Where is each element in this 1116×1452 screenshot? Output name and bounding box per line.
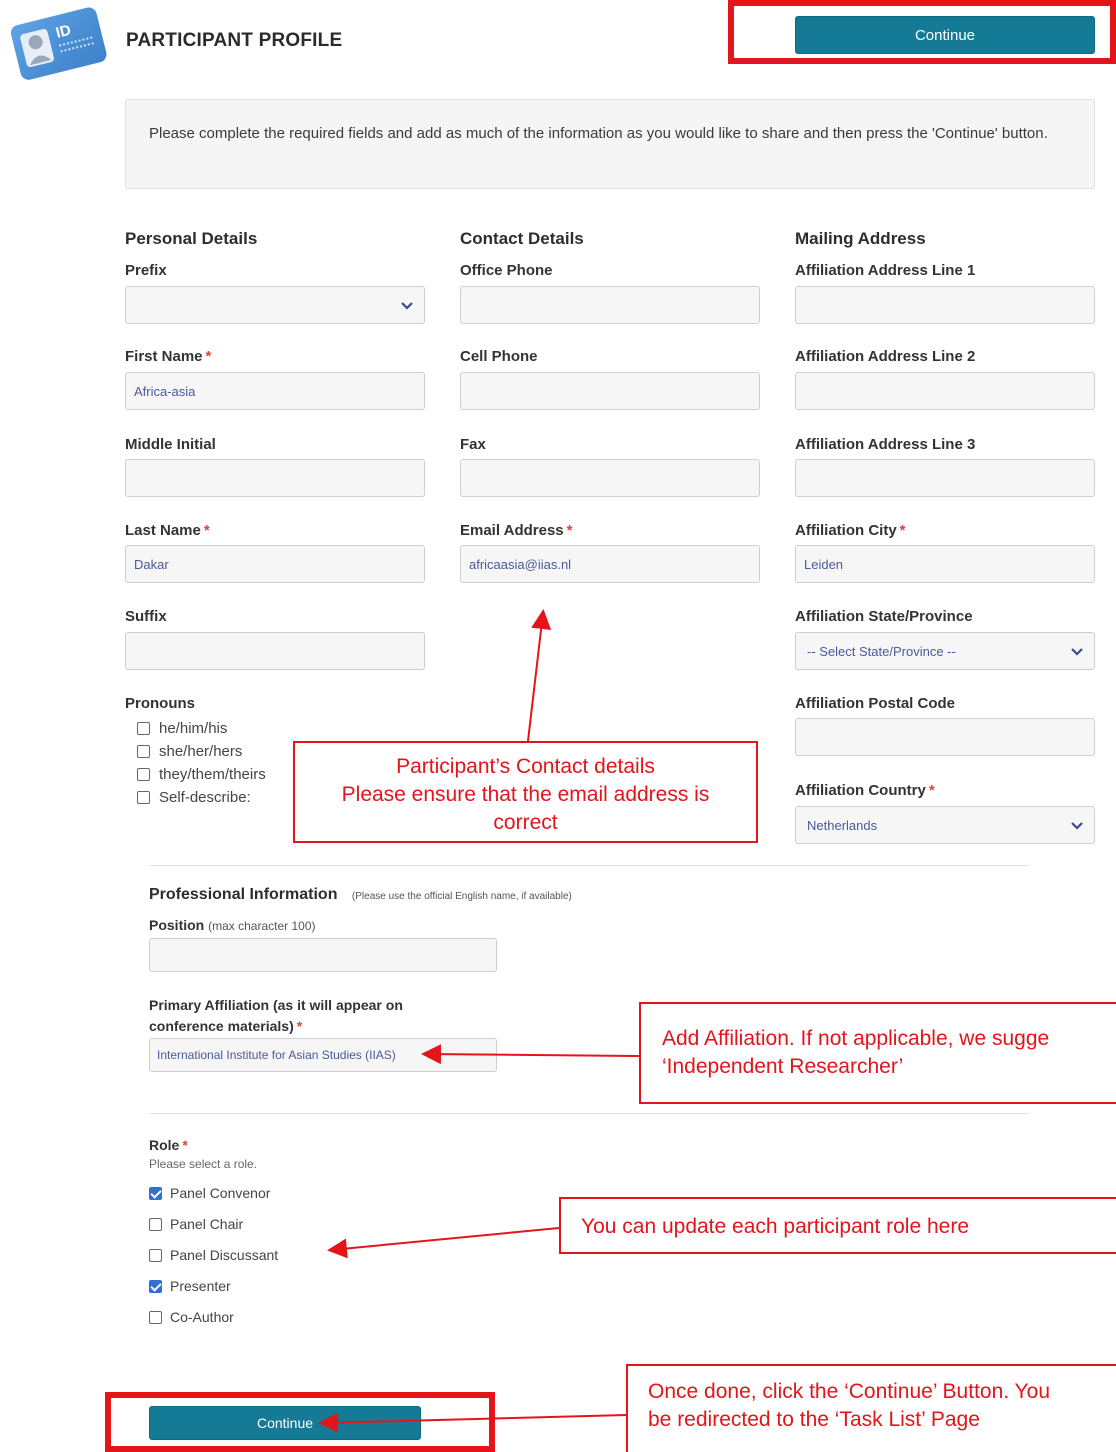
country-label: Affiliation Country * xyxy=(795,782,935,799)
state-select[interactable]: -- Select State/Province -- xyxy=(795,632,1095,670)
checkbox[interactable] xyxy=(149,1310,162,1324)
continue-button-top[interactable]: Continue xyxy=(795,16,1095,54)
affiliation-annotation: Add Affiliation. If not applicable, we s… xyxy=(639,1002,1116,1104)
pronoun-option[interactable]: they/them/theirs xyxy=(137,766,266,783)
checkbox[interactable] xyxy=(137,768,150,781)
page-title: PARTICIPANT PROFILE xyxy=(126,30,343,51)
cell-phone-label: Cell Phone xyxy=(460,348,538,365)
chevron-down-icon xyxy=(1071,822,1083,830)
role-option[interactable]: Presenter xyxy=(149,1278,231,1294)
instructions-box: Please complete the required fields and … xyxy=(125,99,1095,189)
postal-code-label: Affiliation Postal Code xyxy=(795,695,956,712)
email-label: Email Address * xyxy=(460,522,573,539)
continue-annotation: Once done, click the ‘Continue’ Button. … xyxy=(626,1364,1116,1452)
role-option[interactable]: Panel Chair xyxy=(149,1216,243,1232)
role-hint: Please select a role. xyxy=(149,1157,258,1171)
chevron-down-icon xyxy=(1071,648,1083,656)
continue-button-bottom[interactable]: Continue xyxy=(149,1406,421,1440)
middle-initial-label: Middle Initial xyxy=(125,436,216,453)
position-field[interactable] xyxy=(149,938,497,972)
suffix-label: Suffix xyxy=(125,608,167,625)
fax-label: Fax xyxy=(460,436,486,453)
cell-phone-field[interactable] xyxy=(460,372,760,410)
fax-field[interactable] xyxy=(460,459,760,497)
checkbox[interactable] xyxy=(149,1217,162,1231)
prefix-select[interactable] xyxy=(125,286,425,324)
primary-affiliation-field[interactable]: International Institute for Asian Studie… xyxy=(149,1038,497,1072)
position-label: Position (max character 100) xyxy=(149,917,316,933)
office-phone-field[interactable] xyxy=(460,286,760,324)
role-option[interactable]: Panel Discussant xyxy=(149,1247,278,1263)
mailing-address-heading: Mailing Address xyxy=(795,229,926,248)
role-label: Role * xyxy=(149,1137,188,1153)
address-line1-field[interactable] xyxy=(795,286,1095,324)
state-label: Affiliation State/Province xyxy=(795,608,973,625)
role-annotation: You can update each participant role her… xyxy=(559,1197,1116,1254)
last-name-label: Last Name * xyxy=(125,522,210,539)
checkbox[interactable] xyxy=(149,1279,162,1293)
role-option[interactable]: Panel Convenor xyxy=(149,1185,270,1201)
state-value: -- Select State/Province -- xyxy=(807,643,956,659)
id-card-icon: ID xyxy=(10,7,107,80)
last-name-field[interactable]: Dakar xyxy=(125,545,425,583)
checkbox[interactable] xyxy=(149,1248,162,1262)
address-line3-label: Affiliation Address Line 3 xyxy=(795,436,976,453)
city-label: Affiliation City * xyxy=(795,522,906,539)
pronoun-option[interactable]: she/her/hers xyxy=(137,743,242,760)
chevron-down-icon xyxy=(401,302,413,310)
contact-details-heading: Contact Details xyxy=(460,229,584,248)
country-select[interactable]: Netherlands xyxy=(795,806,1095,844)
address-line2-label: Affiliation Address Line 2 xyxy=(795,348,976,365)
address-line3-field[interactable] xyxy=(795,459,1095,497)
address-line1-label: Affiliation Address Line 1 xyxy=(795,262,976,279)
role-option[interactable]: Co-Author xyxy=(149,1309,234,1325)
checkbox[interactable] xyxy=(137,745,150,758)
prefix-label: Prefix xyxy=(125,262,167,279)
email-field[interactable]: africaasia@iias.nl xyxy=(460,545,760,583)
arrow-to-roles xyxy=(327,1227,560,1259)
professional-heading: Professional Information (Please use the… xyxy=(149,886,572,903)
middle-initial-field[interactable] xyxy=(125,459,425,497)
checkbox[interactable] xyxy=(137,722,150,735)
postal-code-field[interactable] xyxy=(795,718,1095,756)
primary-affiliation-label: Primary Affiliation (as it will appear o… xyxy=(149,997,403,1034)
divider xyxy=(149,1113,1029,1114)
arrow-to-email xyxy=(527,609,552,742)
pronoun-option[interactable]: Self-describe: xyxy=(137,789,251,806)
address-line2-field[interactable] xyxy=(795,372,1095,410)
contact-annotation: Participant’s Contact details Please ens… xyxy=(293,741,758,843)
divider xyxy=(149,865,1029,866)
personal-details-heading: Personal Details xyxy=(125,229,258,248)
country-value: Netherlands xyxy=(807,817,878,833)
checkbox[interactable] xyxy=(149,1186,162,1200)
suffix-field[interactable] xyxy=(125,632,425,670)
office-phone-label: Office Phone xyxy=(460,262,553,279)
pronoun-option[interactable]: he/him/his xyxy=(137,720,227,737)
pronouns-label: Pronouns xyxy=(125,695,195,712)
first-name-field[interactable]: Africa-asia xyxy=(125,372,425,410)
checkbox[interactable] xyxy=(137,791,150,804)
first-name-label: First Name * xyxy=(125,348,212,365)
city-field[interactable]: Leiden xyxy=(795,545,1095,583)
